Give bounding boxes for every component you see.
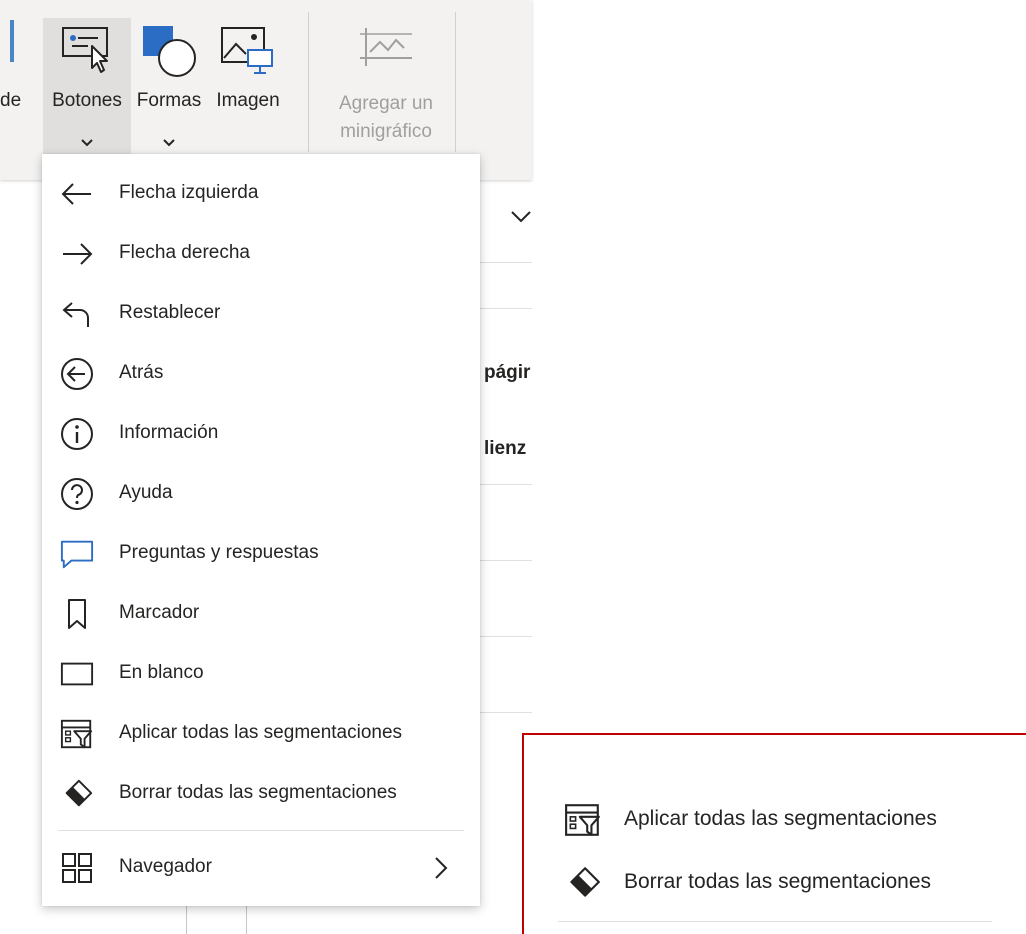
menu-item-blank[interactable]: En blanco [42,644,480,702]
menu-item-label: Aplicar todas las segmentaciones [119,722,403,743]
menu-item-qna[interactable]: Preguntas y respuestas [42,524,480,582]
zoom-callout: Aplicar todas las segmentaciones Borrar … [522,733,1026,934]
ribbon-separator [455,12,456,152]
eraser-icon [60,777,94,811]
menu-item-reset[interactable]: Restablecer [42,284,480,342]
ribbon: de Botones Formas Imagen Agregar un mini… [0,0,532,180]
add-sparkline-label: Agregar un minigráfico [338,93,433,142]
pane-partial-text: lienz [484,438,527,459]
menu-item-information[interactable]: Información [42,404,480,462]
apply-slicers-icon [564,801,602,839]
image-button[interactable]: Imagen [207,18,289,156]
chevron-down-icon [162,132,176,154]
image-label: Imagen [216,90,280,111]
menu-item-apply-all-slicers[interactable]: Aplicar todas las segmentaciones [42,704,480,762]
buttons-dropdown-button[interactable]: Botones [43,18,131,156]
arrow-left-icon [60,177,94,211]
menu-item-label: Ayuda [119,482,173,503]
chevron-down-icon[interactable] [510,210,532,229]
qna-icon [60,537,94,571]
menu-item-bookmark[interactable]: Marcador [42,584,480,642]
bookmark-icon [60,597,94,631]
buttons-label: Botones [52,90,122,111]
chevron-down-icon [80,132,94,154]
eraser-icon [564,864,602,902]
menu-item-label: Atrás [119,362,164,383]
apply-slicers-icon [60,717,94,751]
button-cursor-icon [60,24,114,80]
menu-item-label: Información [119,422,219,443]
callout-item-label: Borrar todas las segmentaciones [624,870,931,893]
help-icon [60,477,94,511]
menu-item-label: Flecha izquierda [119,182,259,203]
menu-item-label: Preguntas y respuestas [119,542,319,563]
menu-item-right-arrow[interactable]: Flecha derecha [42,224,480,282]
arrow-right-icon [60,237,94,271]
reset-icon [60,297,94,331]
callout-item-clear-all-slicers[interactable]: Borrar todas las segmentaciones [564,854,1004,910]
ribbon-separator [308,12,309,152]
info-icon [60,417,94,451]
menu-item-label: En blanco [119,662,204,683]
menu-item-label: Navegador [119,856,212,877]
shapes-dropdown-button[interactable]: Formas [130,18,208,156]
buttons-dropdown-menu: Flecha izquierda Flecha derecha Restable… [42,154,480,906]
callout-item-label: Aplicar todas las segmentaciones [624,807,937,830]
pane-partial-text: págir [484,362,531,383]
add-sparkline-button[interactable]: Agregar un minigráfico [318,18,454,156]
menu-item-left-arrow[interactable]: Flecha izquierda [42,164,480,222]
menu-item-label: Borrar todas las segmentaciones [119,782,397,803]
sparkline-icon [358,24,414,76]
chevron-right-icon [434,856,448,885]
callout-divider [558,921,992,922]
callout-item-apply-all-slicers[interactable]: Aplicar todas las segmentaciones [564,791,1004,847]
menu-divider [58,830,464,831]
menu-item-label: Flecha derecha [119,242,250,263]
image-icon [218,24,278,84]
menu-item-clear-all-slicers[interactable]: Borrar todas las segmentaciones [42,764,480,822]
ribbon-partial-icon [10,20,14,62]
navigator-icon [60,851,94,885]
ribbon-partial-label: de [0,90,22,111]
menu-item-back[interactable]: Atrás [42,344,480,402]
blank-icon [60,657,94,691]
menu-item-label: Marcador [119,602,200,623]
menu-item-help[interactable]: Ayuda [42,464,480,522]
back-circle-icon [60,357,94,391]
menu-item-navigator[interactable]: Navegador [42,838,480,896]
shapes-label: Formas [136,90,202,111]
menu-item-label: Restablecer [119,302,221,323]
shapes-icon [139,24,199,86]
